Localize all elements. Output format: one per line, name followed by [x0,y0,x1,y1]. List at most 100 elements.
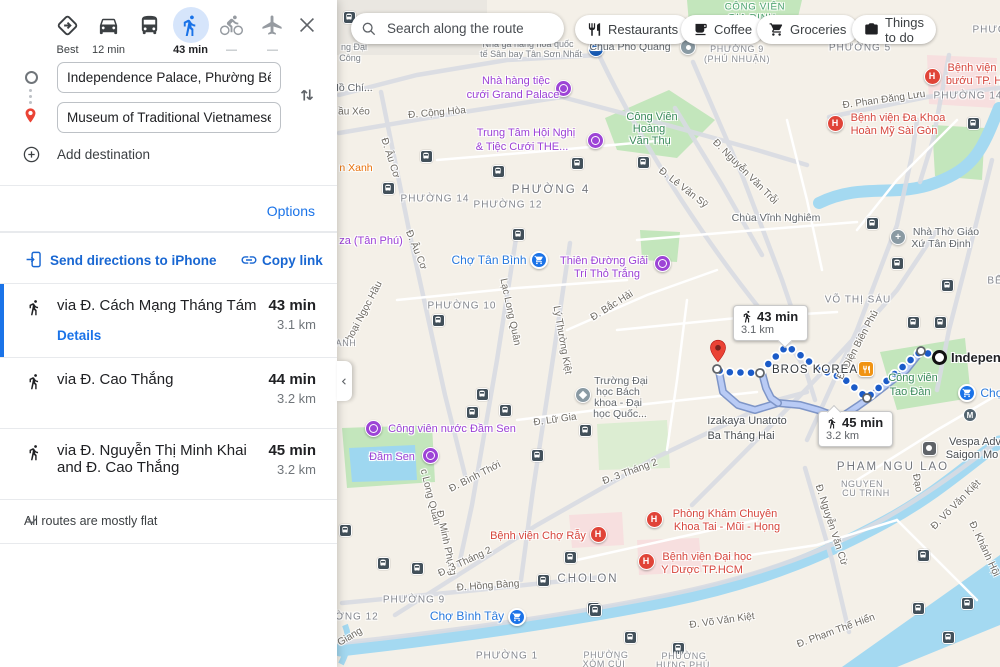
market-icon[interactable] [508,608,526,626]
bus-icon[interactable] [967,117,980,130]
bus-icon[interactable] [891,257,904,270]
walking-icon [26,444,43,461]
mode-best-button[interactable]: Best [47,4,88,56]
bus-icon[interactable] [382,182,395,195]
route-option-1[interactable]: via Đ. Cách Mạng Tháng Tám43 min3.1 kmDe… [0,284,337,358]
bus-icon[interactable] [531,449,544,462]
directions-panel: Best12 min43 min—— Add destination Optio… [0,0,337,667]
mode-walk-button[interactable]: 43 min [170,4,211,56]
market-icon[interactable] [530,251,548,269]
bus-icon[interactable] [961,597,974,610]
bus-icon[interactable] [411,562,424,575]
send-directions-button[interactable]: Send directions to iPhone [50,253,217,268]
search-icon [361,21,377,37]
hospital-icon[interactable]: H [827,115,844,132]
bus-icon[interactable] [589,604,602,617]
copy-link-button[interactable]: Copy link [262,253,323,268]
origin-marker[interactable]: Independence [932,350,1000,365]
route-badge-primary[interactable]: 43 min 3.1 km [733,305,808,341]
bus-icon[interactable] [579,424,592,437]
map-canvas[interactable]: HHHHH+M CÔNG VIÊNGIA ĐỊNHPHƯỜNG 5PHƯỜNG … [337,0,1000,667]
bus-icon[interactable] [942,631,955,644]
add-destination-button[interactable]: Add destination [0,143,337,171]
restaurant-icon[interactable] [858,361,874,377]
bus-icon[interactable] [432,314,445,327]
flight-icon [261,14,284,37]
route-badge-distance: 3.1 km [741,324,798,336]
close-directions-button[interactable] [296,14,318,36]
route-option-3[interactable]: via Đ. Nguyễn Thị Minh Khai and Đ. Cao T… [0,429,337,500]
route-via-label: via Đ. Nguyễn Thị Minh Khai and Đ. Cao T… [57,442,275,476]
bus-icon[interactable] [934,316,947,329]
transit-icon [138,14,161,37]
metro-icon[interactable]: M [963,408,977,422]
chip-groceries[interactable]: Groceries [757,15,858,44]
attraction-icon[interactable] [365,420,382,437]
mode-bike-button[interactable]: — [211,4,252,56]
chip-things-to-do[interactable]: Things to do [852,15,936,44]
bus-icon[interactable] [624,631,637,644]
bus-icon[interactable] [672,642,685,655]
destination-pin[interactable] [705,337,731,370]
bus-icon[interactable] [339,524,352,537]
routes-footer-note[interactable]: All routes are mostly flat [0,500,337,544]
route-distance: 3.2 km [277,462,316,477]
attraction-icon[interactable] [555,80,572,97]
bus-icon[interactable] [377,557,390,570]
hospital-icon[interactable]: H [646,511,663,528]
route-details-link[interactable]: Details [57,328,101,343]
route-distance: 3.2 km [277,391,316,406]
hospital-icon[interactable]: H [638,553,655,570]
share-row: Send directions to iPhone Copy link [0,246,337,282]
bus-icon[interactable] [912,602,925,615]
mode-transit-button[interactable] [129,4,170,56]
destination-input[interactable] [57,102,281,133]
route-option-2[interactable]: via Đ. Cao Thắng44 min3.2 km [0,358,337,429]
things-to-do-icon [864,22,879,37]
bus-icon[interactable] [492,165,505,178]
link-icon [240,251,258,269]
attraction-icon[interactable] [422,447,439,464]
bus-icon[interactable] [466,406,479,419]
bus-icon[interactable] [907,316,920,329]
divider [0,231,337,233]
hospital-icon[interactable]: H [590,526,607,543]
route-badge-alternate[interactable]: 45 min 3.2 km [818,411,893,447]
chip-restaurants[interactable]: Restaurants [575,15,690,44]
walking-icon [26,373,43,390]
hospital-icon[interactable]: H [924,68,941,85]
bus-icon[interactable] [941,279,954,292]
bus-icon[interactable] [917,549,930,562]
options-link[interactable]: Options [267,203,315,219]
bus-icon[interactable] [476,388,489,401]
route-badge-duration: 43 min [757,309,798,324]
bike-icon [220,14,243,37]
bus-icon[interactable] [537,574,550,587]
attraction-icon[interactable] [654,255,671,272]
mode-drive-button[interactable]: 12 min [88,4,129,56]
route-duration: 44 min [268,371,316,388]
church-icon[interactable]: + [890,229,906,245]
google-maps-directions-app: HHHHH+M CÔNG VIÊNGIA ĐỊNHPHƯỜNG 5PHƯỜNG … [0,0,1000,667]
bus-icon[interactable] [571,157,584,170]
divider [0,185,337,186]
bus-icon[interactable] [637,156,650,169]
bus-icon[interactable] [866,217,879,230]
bus-icon[interactable] [512,228,525,241]
collapse-panel-button[interactable] [337,361,352,401]
bus-icon[interactable] [564,551,577,564]
bus-icon[interactable] [499,404,512,417]
add-destination-label: Add destination [57,147,150,162]
university-icon[interactable] [575,387,591,403]
swap-origin-destination-button[interactable] [296,84,318,106]
mode-flight-button[interactable]: — [252,4,293,56]
search-along-route-bar[interactable] [351,13,564,44]
attraction-icon[interactable] [587,132,604,149]
market-icon[interactable] [958,384,976,402]
chip-coffee[interactable]: Coffee [681,15,764,44]
moped-icon[interactable] [922,441,937,456]
origin-input[interactable] [57,62,281,93]
bus-icon[interactable] [420,150,433,163]
send-to-phone-icon [25,250,44,269]
search-input[interactable] [385,20,566,37]
